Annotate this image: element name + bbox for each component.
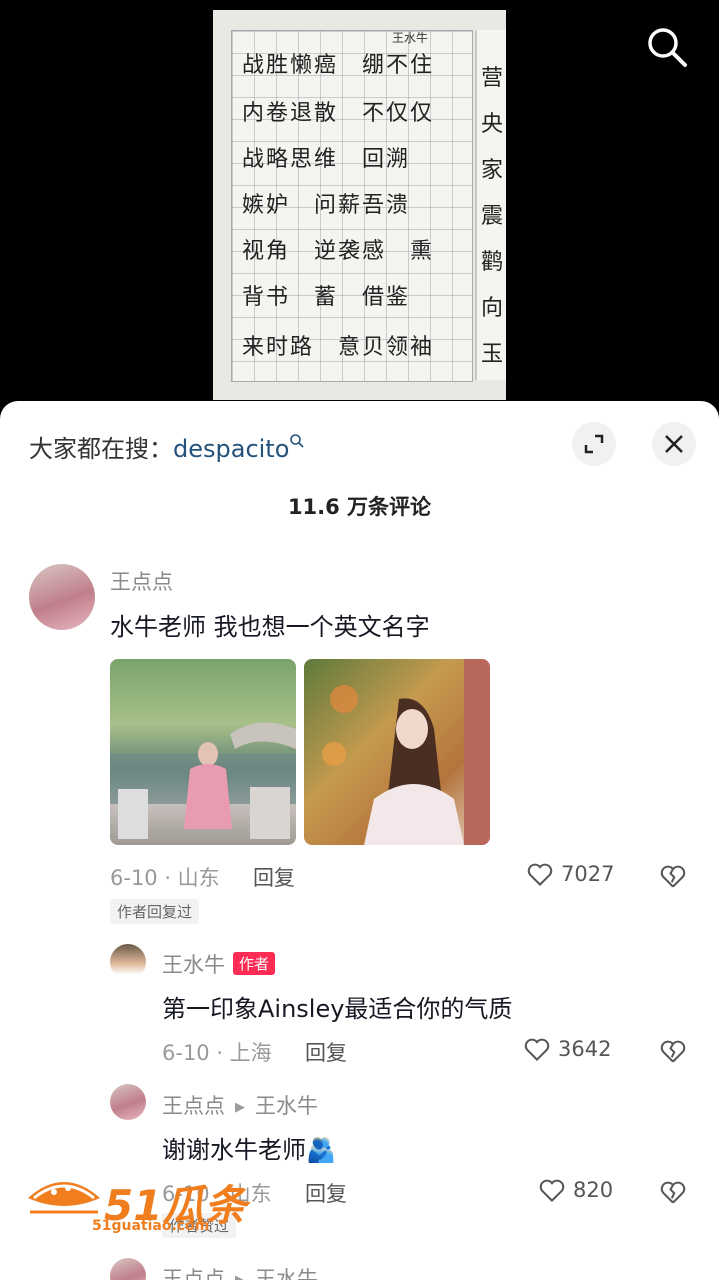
- handwritten-char: 震: [481, 204, 504, 229]
- trending-search-prefix: 大家都在搜：: [29, 435, 173, 463]
- heart-icon: [524, 1038, 550, 1062]
- expand-icon[interactable]: [572, 422, 616, 466]
- like-button[interactable]: 820: [537, 1175, 613, 1205]
- reply-text: 第一印象Ainsley最适合你的气质: [162, 995, 513, 1023]
- handwritten-line: 战略思维 回溯: [242, 147, 411, 172]
- reply-to-arrow-icon: ▶: [235, 1100, 245, 1115]
- notebook-page: 王水牛 战胜懒癌 绷不住 内卷退散 不仅仅 战略思维 回溯 嫉妒 问薪吾溃 视角…: [231, 30, 473, 382]
- handwritten-line: 来时路 意贝领袖: [242, 335, 435, 360]
- avatar[interactable]: [110, 1258, 146, 1280]
- watermark-logo: 51瓜条 51guatiao.com: [24, 1168, 264, 1238]
- avatar[interactable]: [29, 564, 95, 630]
- broken-heart-icon[interactable]: [658, 1036, 688, 1066]
- handwritten-line: 嫉妒 问薪吾溃: [242, 193, 411, 218]
- heart-icon: [539, 1179, 565, 1203]
- broken-heart-icon[interactable]: [658, 861, 688, 891]
- reply-target-name[interactable]: 王水牛: [255, 1267, 318, 1280]
- reply-username[interactable]: 王点点 ▶ 王水牛: [162, 1090, 318, 1120]
- search-icon[interactable]: [644, 24, 690, 70]
- reply-username-text: 王点点: [162, 1267, 225, 1280]
- author-badge: 作者: [233, 952, 276, 975]
- video-player[interactable]: 王水牛 战胜懒癌 绷不住 内卷退散 不仅仅 战略思维 回溯 嫉妒 问薪吾溃 视角…: [0, 0, 719, 410]
- comment-photo[interactable]: [110, 659, 296, 845]
- comment-count: 11.6 万条评论: [287, 495, 432, 519]
- reply-target-name[interactable]: 王水牛: [255, 1094, 318, 1118]
- trending-search[interactable]: 大家都在搜：despacito: [29, 429, 305, 464]
- handwritten-char: 营: [481, 66, 504, 91]
- comment-username[interactable]: 王点点: [110, 566, 173, 596]
- video-frame-notebook: 王水牛 战胜懒癌 绷不住 内卷退散 不仅仅 战略思维 回溯 嫉妒 问薪吾溃 视角…: [213, 10, 506, 400]
- avatar[interactable]: [110, 944, 146, 980]
- trending-search-term[interactable]: despacito: [173, 435, 289, 463]
- notebook-author-name: 王水牛: [392, 31, 429, 45]
- notebook-right-page: 营 央 家 震 鹳 向 玉: [475, 30, 506, 380]
- reply-username-text: 王水牛: [162, 953, 225, 977]
- reply-username[interactable]: 王水牛 作者: [162, 949, 276, 979]
- like-count: 7027: [561, 862, 615, 886]
- handwritten-char: 向: [481, 296, 504, 321]
- handwritten-line: 视角 逆袭感 熏: [242, 239, 435, 264]
- like-button[interactable]: 3642: [522, 1034, 611, 1064]
- reply-to-arrow-icon: ▶: [235, 1273, 245, 1280]
- like-button[interactable]: 7027: [525, 859, 614, 889]
- handwritten-line: 内卷退散 不仅仅: [242, 101, 435, 126]
- handwritten-char: 央: [481, 112, 504, 137]
- comment-photo[interactable]: [304, 659, 490, 845]
- handwritten-line: 背书 蓄 借鉴: [242, 285, 411, 310]
- close-icon[interactable]: [652, 422, 696, 466]
- handwritten-char: 鹳: [481, 250, 504, 275]
- broken-heart-icon[interactable]: [658, 1177, 688, 1207]
- like-count: 820: [573, 1178, 614, 1202]
- watermark-url: 51guatiao.com: [92, 1218, 210, 1234]
- handwritten-char: 家: [481, 158, 504, 183]
- heart-icon: [527, 863, 553, 887]
- reply-button[interactable]: 回复: [305, 1178, 347, 1208]
- reply-button[interactable]: 回复: [253, 862, 295, 892]
- like-count: 3642: [558, 1037, 612, 1061]
- handwritten-char: 玉: [481, 342, 504, 367]
- comment-sheet: 大家都在搜：despacito 11.6 万条评论 王点点 水牛老师 我也想一个…: [0, 401, 719, 1280]
- reply-username[interactable]: 王点点 ▶ 王水牛: [162, 1263, 318, 1280]
- handwritten-line: 战胜懒癌 绷不住: [242, 53, 435, 78]
- comment-text: 水牛老师 我也想一个英文名字: [110, 613, 430, 641]
- reply-meta: 6-10 · 上海: [162, 1041, 272, 1065]
- avatar[interactable]: [110, 1084, 146, 1120]
- comment-meta: 6-10 · 山东: [110, 866, 220, 890]
- reply-username-text: 王点点: [162, 1094, 225, 1118]
- reply-button[interactable]: 回复: [305, 1037, 347, 1067]
- author-replied-tag: 作者回复过: [110, 899, 200, 924]
- search-small-icon: [289, 434, 305, 463]
- reply-text: 谢谢水牛老师🫂: [162, 1136, 336, 1164]
